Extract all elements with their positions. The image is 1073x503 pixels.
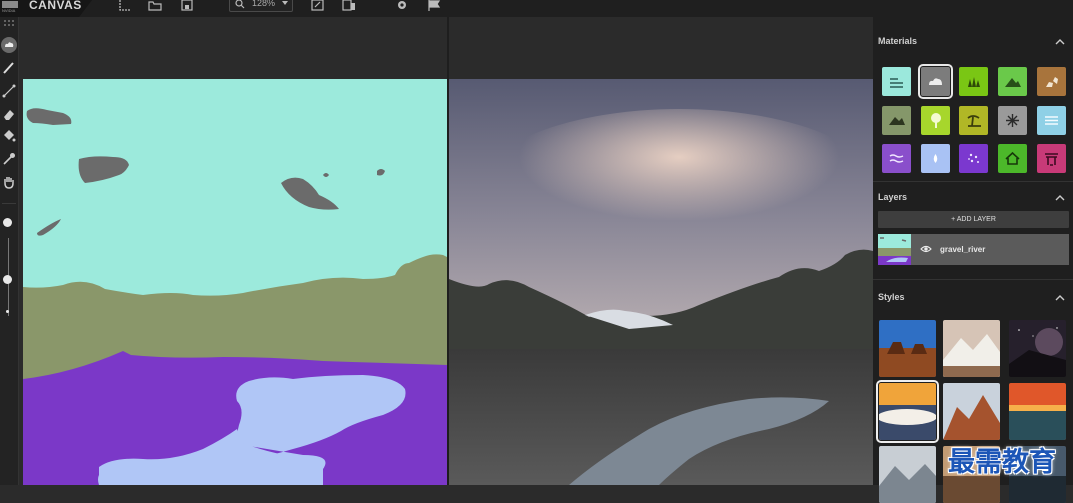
material-mountain[interactable]: [882, 106, 911, 135]
top-toolbar: NVIDIA CANVAS 128%: [0, 0, 1073, 17]
material-river[interactable]: [882, 144, 911, 173]
paint-bucket-tool-icon[interactable]: [1, 128, 17, 144]
palm-icon: [967, 115, 981, 127]
layer-item-gravel-river[interactable]: gravel_river: [878, 234, 1069, 265]
style-snowy-peaks[interactable]: [943, 320, 1000, 377]
settings-icon[interactable]: [395, 0, 409, 12]
river-icon: [889, 154, 904, 163]
material-rock[interactable]: [1037, 67, 1066, 96]
layers-collapse-icon[interactable]: [1055, 194, 1065, 202]
hill-icon: [1005, 78, 1021, 87]
material-hill[interactable]: [998, 67, 1027, 96]
line-tool-icon[interactable]: [1, 83, 17, 99]
sea-icon: [890, 78, 903, 88]
materials-title: Materials: [878, 36, 918, 46]
material-house[interactable]: [998, 144, 1027, 173]
watermark-text: 最需教育: [948, 447, 1056, 478]
generated-image-canvas: [449, 79, 873, 485]
house-icon: [1005, 151, 1020, 165]
fill-cloud-tool-icon[interactable]: [1, 36, 17, 54]
material-sea[interactable]: [882, 67, 911, 96]
grass-icon: [968, 77, 980, 87]
panel-divider: [873, 279, 1073, 280]
export-icon[interactable]: [342, 0, 356, 12]
rock-icon: [1046, 77, 1058, 87]
style-desert-mesa[interactable]: [879, 320, 936, 377]
tree-icon: [931, 113, 941, 128]
style-night-stars[interactable]: [1009, 320, 1066, 377]
styles-collapse-icon[interactable]: [1055, 294, 1065, 302]
add-layer-button[interactable]: + ADD LAYER: [878, 211, 1069, 228]
styles-title: Styles: [878, 292, 905, 302]
cloud-icon: [929, 78, 942, 85]
zoom-icon: [235, 0, 245, 9]
mountain-icon: [889, 117, 905, 125]
bridge-icon: [1045, 153, 1058, 166]
tool-rail: [0, 17, 19, 485]
brand-name: CANVAS: [29, 0, 82, 12]
eraser-tool-icon[interactable]: [1, 106, 17, 122]
brand-area: NVIDIA CANVAS: [0, 0, 92, 17]
right-panel: Materials Layers + ADD LAYER gravel_rive…: [873, 17, 1073, 503]
segmentation-canvas[interactable]: [23, 79, 447, 485]
open-icon[interactable]: [148, 0, 162, 12]
tool-divider: [2, 203, 16, 204]
zoom-value: 128%: [252, 0, 276, 8]
material-tree[interactable]: [921, 106, 950, 135]
flag-icon[interactable]: [427, 0, 441, 12]
flower-icon: [968, 153, 979, 163]
materials-collapse-icon[interactable]: [1055, 38, 1065, 46]
material-flower[interactable]: [959, 144, 988, 173]
material-fog[interactable]: [921, 144, 950, 173]
panel-divider: [873, 181, 1073, 182]
material-cloud[interactable]: [918, 64, 953, 99]
material-snow[interactable]: [998, 106, 1027, 135]
visibility-eye-icon[interactable]: [920, 244, 932, 254]
layers-title: Layers: [878, 192, 908, 202]
nvidia-logo-icon: NVIDIA: [2, 1, 18, 13]
water-icon: [1045, 116, 1058, 125]
expand-icon[interactable]: [311, 0, 325, 12]
style-misty-mountains[interactable]: [879, 446, 936, 503]
brush-size-min-dot: [6, 310, 9, 313]
zoom-dropdown[interactable]: 128%: [229, 0, 293, 12]
material-bridge[interactable]: [1037, 144, 1066, 173]
fog-icon: [933, 154, 938, 163]
save-icon[interactable]: [180, 0, 194, 12]
snow-icon: [1006, 114, 1019, 127]
style-sunset-sea[interactable]: [1009, 383, 1066, 440]
material-grass[interactable]: [959, 67, 988, 96]
chevron-down-icon: [282, 1, 288, 5]
svg-text:NVIDIA: NVIDIA: [2, 8, 16, 13]
style-red-canyon[interactable]: [943, 383, 1000, 440]
brush-size-slider-knob[interactable]: [3, 275, 12, 284]
material-palm[interactable]: [959, 106, 988, 135]
brush-size-max-knob[interactable]: [3, 218, 12, 227]
layer-thumbnail: [878, 234, 911, 265]
style-sunset-clouds[interactable]: [876, 380, 939, 443]
eyedropper-tool-icon[interactable]: [1, 151, 17, 167]
material-water[interactable]: [1037, 106, 1066, 135]
brush-tool-icon[interactable]: [1, 60, 17, 76]
grip-icon: [4, 20, 14, 26]
layer-name: gravel_river: [940, 245, 986, 254]
pan-hand-tool-icon[interactable]: [1, 174, 17, 190]
select-icon[interactable]: [118, 0, 132, 12]
